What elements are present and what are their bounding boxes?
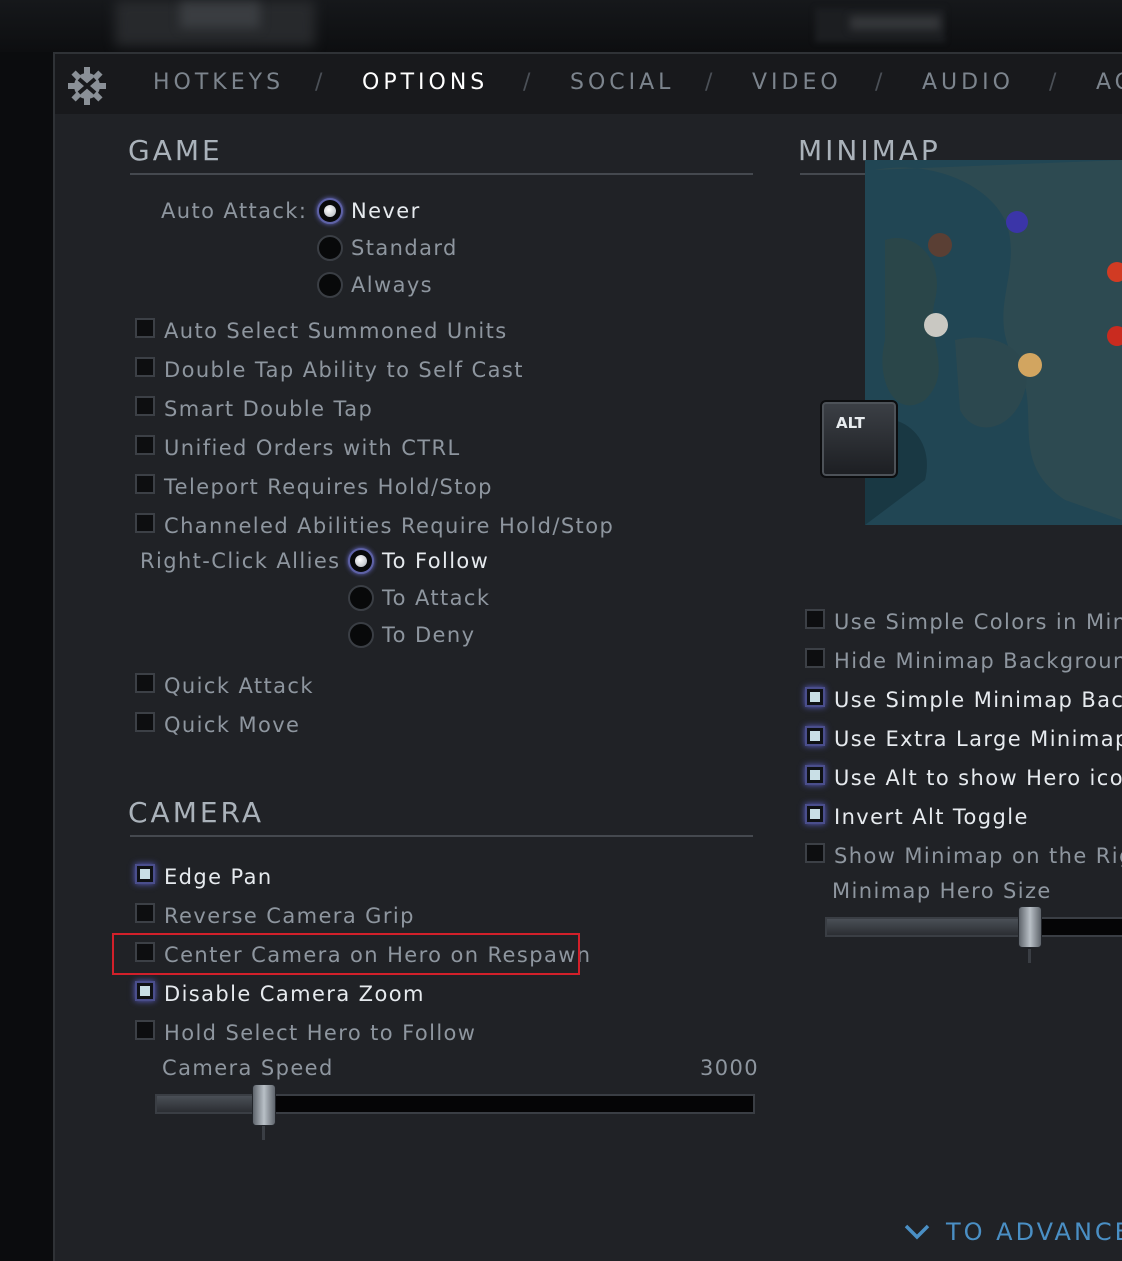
slider-tick [261, 1126, 265, 1140]
checkbox-invert-alt-toggle[interactable] [805, 804, 825, 824]
minimap-hero-size-label: Minimap Hero Size [832, 879, 1052, 903]
tab-separator: / [523, 70, 531, 95]
checkbox-label[interactable]: Use Simple Colors in Minir [834, 610, 1122, 634]
camera-speed-label: Camera Speed [162, 1056, 334, 1080]
checkbox-double-tap-self-cast[interactable] [135, 357, 155, 377]
tab-separator: / [705, 70, 713, 95]
camera-section-title: CAMERA [128, 796, 265, 829]
checkbox-hold-select-hero[interactable] [135, 1020, 155, 1040]
tab-social[interactable]: SOCIAL [570, 70, 674, 95]
alt-key-icon: ALT [820, 400, 898, 478]
checkbox-label[interactable]: Use Simple Minimap Backg [834, 688, 1122, 712]
checkbox-alt-show-hero-icons[interactable] [805, 765, 825, 785]
checkbox-edge-pan[interactable] [135, 864, 155, 884]
checkbox-smart-double-tap[interactable] [135, 396, 155, 416]
checkbox-label[interactable]: Invert Alt Toggle [834, 805, 1029, 829]
checkbox-quick-move[interactable] [135, 712, 155, 732]
radio-label-to-attack[interactable]: To Attack [382, 586, 490, 610]
radio-auto-attack-standard[interactable] [317, 235, 343, 261]
radio-label-to-deny[interactable]: To Deny [382, 623, 475, 647]
checkbox-label[interactable]: Hold Select Hero to Follow [164, 1021, 476, 1045]
chevron-down-icon[interactable] [903, 1222, 931, 1242]
checkbox-extra-large-minimap[interactable] [805, 726, 825, 746]
checkbox-minimap-on-right[interactable] [805, 843, 825, 863]
to-advanced-link[interactable]: TO ADVANCE [946, 1218, 1122, 1246]
checkbox-label[interactable]: Unified Orders with CTRL [164, 436, 461, 460]
tab-video[interactable]: VIDEO [752, 70, 842, 95]
checkbox-teleport-hold-stop[interactable] [135, 474, 155, 494]
settings-tab-bar: HOTKEYS / OPTIONS / SOCIAL / VIDEO / AUD… [55, 54, 1122, 114]
tab-separator: / [1049, 70, 1057, 95]
checkbox-label[interactable]: Disable Camera Zoom [164, 982, 425, 1006]
camera-section-divider [130, 835, 753, 837]
top-bar [0, 0, 1122, 52]
auto-attack-label: Auto Attack: [161, 199, 308, 223]
minimap-hero-size-slider[interactable] [825, 917, 1122, 937]
radio-auto-attack-never[interactable] [317, 198, 343, 224]
radio-auto-attack-always[interactable] [317, 272, 343, 298]
checkbox-label[interactable]: Edge Pan [164, 865, 273, 889]
camera-speed-slider-thumb[interactable] [252, 1084, 276, 1126]
minimap-hero-size-slider-thumb[interactable] [1018, 906, 1042, 948]
radio-right-click-follow[interactable] [348, 548, 374, 574]
checkbox-label[interactable]: Channeled Abilities Require Hold/Stop [164, 514, 614, 538]
checkbox-label[interactable]: Auto Select Summoned Units [164, 319, 508, 343]
tab-advanced[interactable]: AC [1096, 70, 1122, 95]
checkbox-label[interactable]: Hide Minimap Backgrounc [834, 649, 1122, 673]
checkbox-channeled-hold-stop[interactable] [135, 513, 155, 533]
checkbox-simple-colors-minimap[interactable] [805, 609, 825, 629]
game-section-divider [130, 173, 753, 175]
checkbox-label[interactable]: Quick Attack [164, 674, 314, 698]
checkbox-disable-camera-zoom[interactable] [135, 981, 155, 1001]
radio-label-always[interactable]: Always [351, 273, 433, 297]
highlight-box [112, 933, 580, 975]
slider-fill [827, 919, 1031, 935]
blurred-header-text [850, 16, 940, 30]
gear-icon[interactable] [65, 64, 109, 108]
slider-fill [157, 1096, 265, 1112]
camera-speed-value: 3000 [700, 1056, 760, 1080]
right-click-allies-label: Right-Click Allies [140, 549, 341, 573]
alt-key-label: ALT [836, 414, 865, 432]
checkbox-simple-minimap-background[interactable] [805, 687, 825, 707]
tab-options[interactable]: OPTIONS [362, 70, 488, 95]
radio-label-standard[interactable]: Standard [351, 236, 458, 260]
checkbox-label[interactable]: Smart Double Tap [164, 397, 373, 421]
slider-tick [1027, 949, 1031, 963]
blurred-header-button [180, 2, 260, 28]
tab-separator: / [315, 70, 323, 95]
checkbox-label[interactable]: Show Minimap on the Righ [834, 844, 1122, 868]
tab-hotkeys[interactable]: HOTKEYS [153, 70, 284, 95]
minimap-preview [865, 160, 1122, 525]
checkbox-label[interactable]: Reverse Camera Grip [164, 904, 415, 928]
radio-right-click-deny[interactable] [348, 622, 374, 648]
checkbox-quick-attack[interactable] [135, 673, 155, 693]
checkbox-reverse-camera-grip[interactable] [135, 903, 155, 923]
checkbox-label[interactable]: Double Tap Ability to Self Cast [164, 358, 524, 382]
camera-speed-slider[interactable] [155, 1094, 755, 1114]
checkbox-label[interactable]: Use Alt to show Hero icon [834, 766, 1122, 790]
checkbox-hide-minimap-background[interactable] [805, 648, 825, 668]
checkbox-label[interactable]: Use Extra Large Minimap [834, 727, 1122, 751]
checkbox-label[interactable]: Quick Move [164, 713, 300, 737]
minimap-terrain [865, 160, 1122, 525]
radio-label-never[interactable]: Never [351, 199, 421, 223]
checkbox-auto-select-summoned[interactable] [135, 318, 155, 338]
checkbox-label[interactable]: Teleport Requires Hold/Stop [164, 475, 493, 499]
game-section-title: GAME [128, 134, 223, 167]
checkbox-unified-orders[interactable] [135, 435, 155, 455]
radio-right-click-attack[interactable] [348, 585, 374, 611]
tab-audio[interactable]: AUDIO [922, 70, 1014, 95]
radio-label-to-follow[interactable]: To Follow [382, 549, 489, 573]
tab-separator: / [875, 70, 883, 95]
